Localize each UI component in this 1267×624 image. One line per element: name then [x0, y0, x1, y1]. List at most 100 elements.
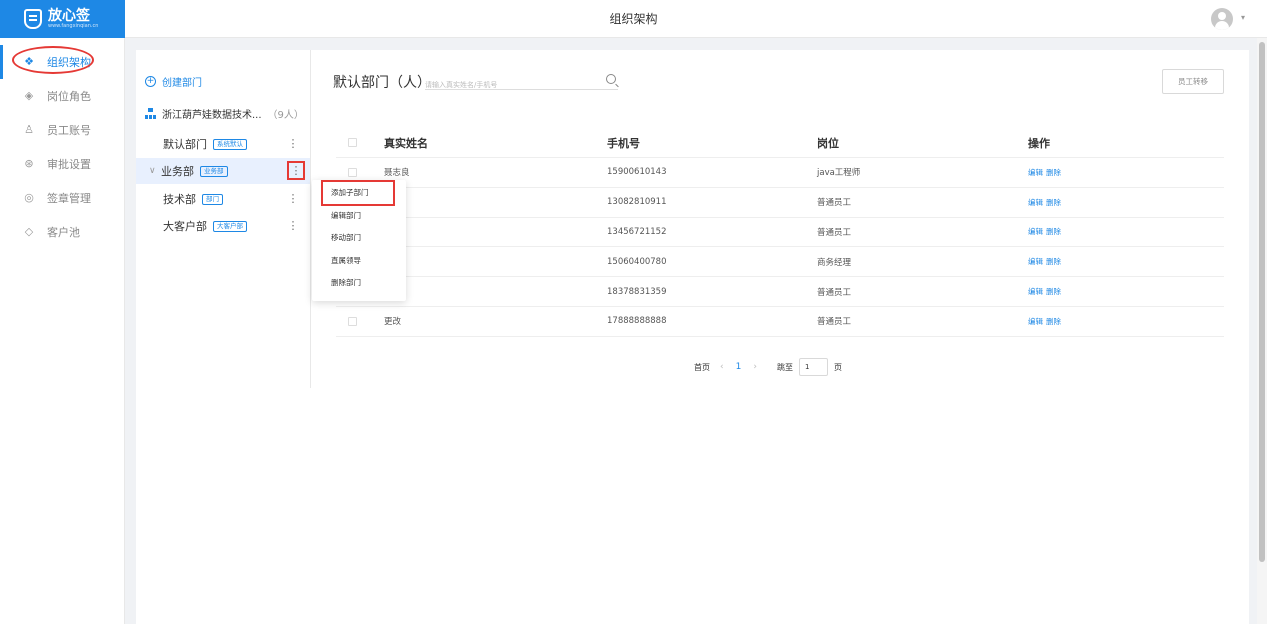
more-vertical-icon[interactable]: ⋮: [286, 192, 300, 206]
chevron-down-icon[interactable]: ∨: [149, 166, 159, 176]
more-vertical-icon[interactable]: ⋮: [287, 161, 305, 180]
cell-phone: 13456721152: [607, 226, 667, 237]
search-box[interactable]: [425, 72, 618, 90]
edit-link[interactable]: 编辑: [1028, 198, 1043, 207]
tree-node-business-dept[interactable]: ∨ 业务部 业务部 ⋮: [136, 158, 310, 184]
delete-link[interactable]: 删除: [1046, 168, 1061, 177]
sidebar-item-label: 组织架构: [47, 56, 91, 69]
chevron-down-icon[interactable]: ▾: [1241, 13, 1245, 22]
department-name: 技术部: [163, 193, 196, 206]
row-checkbox[interactable]: [348, 316, 357, 326]
edit-link[interactable]: 编辑: [1028, 317, 1043, 326]
menu-item-delete-dept[interactable]: 删除部门: [312, 272, 406, 295]
sidebar-item-label: 客户池: [47, 226, 80, 239]
avatar[interactable]: [1211, 8, 1233, 30]
sidebar-item-seal-management[interactable]: ◎ 签章管理: [0, 181, 124, 215]
tree-node-default-dept[interactable]: 默认部门 系统默认 ⋮: [136, 131, 310, 157]
cell-post: java工程师: [817, 168, 861, 179]
edit-link[interactable]: 编辑: [1028, 168, 1043, 177]
first-page-button[interactable]: 首页: [694, 362, 710, 373]
sidebar-item-org-structure[interactable]: ❖ 组织架构: [0, 45, 124, 79]
cell-post: 普通员工: [817, 227, 852, 238]
menu-item-add-subdept[interactable]: 添加子部门: [312, 180, 406, 206]
edit-link[interactable]: 编辑: [1028, 257, 1043, 266]
pagination: 首页 ‹ 1 › 跳至 1 页: [694, 358, 842, 376]
department-title: 默认部门（人）: [333, 75, 431, 91]
more-vertical-icon[interactable]: ⋮: [286, 219, 300, 233]
department-tag: 大客户部: [213, 220, 247, 232]
row-checkbox[interactable]: [348, 167, 357, 177]
goto-label: 跳至: [776, 362, 793, 372]
table-header: 真实姓名 手机号 岗位 操作: [336, 128, 1224, 158]
diamond-icon: ◇: [24, 225, 34, 238]
tree-node-tech-dept[interactable]: 技术部 部门 ⋮: [136, 186, 310, 212]
plus-circle-icon: +: [145, 76, 156, 87]
cell-post: 商务经理: [817, 257, 852, 268]
sidebar-item-employee-accounts[interactable]: ♙ 员工账号: [0, 113, 124, 147]
user-icon: ♙: [24, 123, 34, 136]
more-vertical-icon[interactable]: ⋮: [286, 137, 300, 151]
sidebar-item-customer-pool[interactable]: ◇ 客户池: [0, 215, 124, 249]
employee-table: 真实姓名 手机号 岗位 操作 聂志良 15900610143 java工程师 编辑 删除…: [336, 128, 1224, 337]
department-tag: 系统默认: [213, 138, 247, 150]
scrollbar-thumb[interactable]: [1259, 42, 1265, 562]
cell-post: 普通员工: [817, 198, 852, 209]
search-input[interactable]: [425, 77, 595, 89]
column-header: 操作: [1028, 136, 1050, 150]
cell-name: 庭斌: [384, 196, 607, 208]
transfer-employee-button[interactable]: 员工转移: [1162, 69, 1224, 94]
content-panel: + 创建部门 浙江葫芦娃数据技术... （9人） 默认部门 系统默认 ⋮ ∨ 业…: [136, 50, 1249, 624]
column-header: 手机号: [607, 136, 640, 150]
department-name: 业务部: [161, 165, 194, 178]
table-row: 政莲13456721152 普通员工 编辑删除: [336, 218, 1224, 248]
edit-link[interactable]: 编辑: [1028, 287, 1043, 296]
department-context-menu: 添加子部门 编辑部门 移动部门 直属领导 删除部门: [312, 180, 406, 301]
company-node[interactable]: 浙江葫芦娃数据技术... （9人）: [145, 106, 304, 121]
column-header: 岗位: [817, 136, 839, 150]
cell-post: 普通员工: [817, 317, 852, 328]
select-all-checkbox[interactable]: [348, 138, 357, 147]
department-tag: 业务部: [200, 165, 228, 177]
cell-phone: 15060400780: [607, 256, 667, 267]
delete-link[interactable]: 删除: [1046, 227, 1061, 236]
table-row: 涛15060400780 商务经理 编辑删除: [336, 247, 1224, 278]
tree-node-key-account-dept[interactable]: 大客户部 大客户部 ⋮: [136, 213, 310, 239]
prev-page-icon[interactable]: ‹: [720, 362, 724, 372]
cell-name: 聂志良: [384, 168, 410, 179]
table-row: 科18378831359 普通员工 编辑删除: [336, 277, 1224, 307]
cube-icon: ◈: [24, 89, 34, 102]
menu-item-move-dept[interactable]: 移动部门: [312, 227, 406, 250]
seal-icon: ◎: [24, 191, 34, 204]
menu-item-edit-dept[interactable]: 编辑部门: [312, 205, 406, 228]
company-name: 浙江葫芦娃数据技术...: [162, 110, 262, 121]
sidebar: ❖ 组织架构 ◈ 岗位角色 ♙ 员工账号 ⊛ 审批设置 ◎ 签章管理 ◇ 客户池: [0, 38, 125, 624]
create-department-button[interactable]: + 创建部门: [145, 74, 202, 89]
cell-name: 科: [384, 286, 607, 298]
edit-link[interactable]: 编辑: [1028, 227, 1043, 236]
sidebar-item-roles[interactable]: ◈ 岗位角色: [0, 79, 124, 113]
goto-page-input[interactable]: 1: [798, 358, 828, 376]
menu-item-direct-leader[interactable]: 直属领导: [312, 250, 406, 273]
sidebar-item-approval-settings[interactable]: ⊛ 审批设置: [0, 147, 124, 181]
delete-link[interactable]: 删除: [1046, 257, 1061, 266]
table-row: 聂志良 15900610143 java工程师 编辑 删除: [336, 158, 1224, 188]
sidebar-item-label: 审批设置: [47, 158, 91, 171]
create-department-label: 创建部门: [162, 78, 202, 89]
department-tag: 部门: [202, 193, 223, 205]
vertical-scrollbar[interactable]: [1257, 38, 1267, 624]
company-count: （9人）: [267, 110, 304, 121]
page-unit-label: 页: [833, 362, 842, 372]
delete-link[interactable]: 删除: [1046, 287, 1061, 296]
next-page-icon[interactable]: ›: [753, 362, 757, 372]
cell-name: 更改: [384, 317, 402, 328]
delete-link[interactable]: 删除: [1046, 198, 1061, 207]
page-title: 组织架构: [609, 12, 658, 26]
cell-phone: 18378831359: [607, 286, 667, 297]
cell-phone: 17888888888: [607, 316, 667, 327]
table-row: 更改 17888888888 普通员工 编辑 删除: [336, 307, 1224, 337]
sidebar-item-label: 签章管理: [47, 192, 91, 205]
page-number[interactable]: 1: [736, 362, 742, 372]
search-icon[interactable]: [606, 74, 616, 84]
delete-link[interactable]: 删除: [1046, 317, 1061, 326]
cell-phone: 15900610143: [607, 167, 667, 178]
